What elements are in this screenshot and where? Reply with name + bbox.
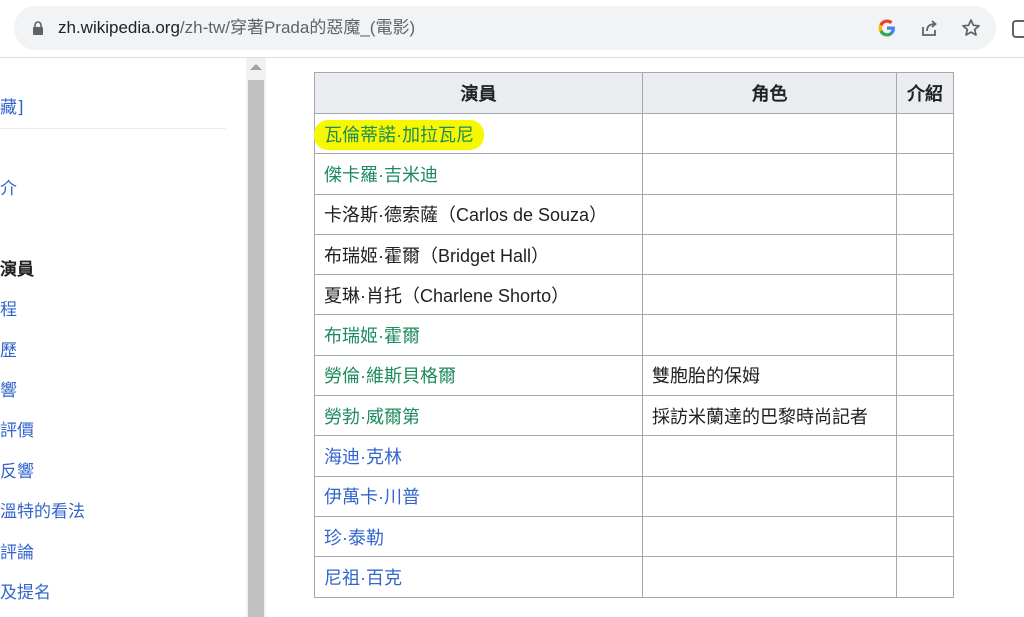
role-cell [642,556,897,598]
bookmark-star-icon[interactable] [960,17,982,39]
table-row: 卡洛斯·德索薩（Carlos de Souza） [314,193,954,235]
actor-cell[interactable]: 傑卡羅·吉米迪 [314,153,643,195]
table-row: 勞倫·維斯貝格爾 雙胞胎的保姆 [314,354,954,397]
extension-icon[interactable] [1012,20,1024,38]
header-actor: 演員 [314,72,643,114]
table-row: 尼祖·百克 [314,556,954,598]
sidebar-scrollbar[interactable] [246,58,266,617]
lock-icon[interactable] [32,21,44,35]
toc-item[interactable]: 溫特的看法 [0,501,85,523]
role-cell [642,112,897,155]
role-cell [642,515,897,558]
scroll-up-arrow-icon[interactable] [250,64,262,70]
toc-sidebar: 藏] 介 演員 程 歷 響 評價 反響 溫特的看法 評論 及提名 [0,58,246,617]
table-row: 夏琳·肖托（Charlene Shorto） [314,274,954,316]
intro-cell [896,475,954,517]
actor-cell[interactable]: 尼祖·百克 [314,556,643,598]
table-row: 瓦倫蒂諾·加拉瓦尼 [314,112,954,155]
intro-cell [896,314,954,356]
scroll-thumb[interactable] [248,80,264,617]
google-icon[interactable] [876,17,898,39]
table-row: 勞勃·威爾第 採訪米蘭達的巴黎時尚記者 [314,395,954,437]
actor-cell[interactable]: 海迪·克林 [314,435,643,477]
toc-item[interactable]: 及提名 [0,582,51,604]
role-cell [642,233,897,276]
url-host: zh.wikipedia.org [58,18,180,37]
toc-item[interactable]: 評價 [0,420,34,442]
toc-item[interactable]: 歷 [0,340,17,362]
cast-table: 演員 角色 介紹 瓦倫蒂諾·加拉瓦尼傑卡羅·吉米迪 卡洛斯·德索薩（Carlos … [314,72,954,598]
intro-cell [896,556,954,598]
toc-item[interactable]: 反響 [0,461,34,483]
intro-cell [896,274,954,316]
role-cell [642,314,897,356]
role-cell [642,193,897,235]
table-row: 海迪·克林 [314,435,954,477]
table-row: 伊萬卡·川普 [314,475,954,517]
table-header-row: 演員 角色 介紹 [314,72,954,114]
intro-cell [896,153,954,195]
toc-divider [0,128,226,129]
header-intro: 介紹 [896,72,954,114]
browser-toolbar: zh.wikipedia.org/zh-tw/穿著Prada的惡魔_(電影) [0,0,1024,58]
actor-cell[interactable]: 伊萬卡·川普 [314,475,643,517]
intro-cell [896,435,954,477]
highlighted-actor-link[interactable]: 瓦倫蒂諾·加拉瓦尼 [316,121,482,148]
table-row: 珍·泰勒 [314,515,954,558]
role-cell [642,435,897,477]
role-cell: 採訪米蘭達的巴黎時尚記者 [642,395,897,437]
actor-cell[interactable]: 勞勃·威爾第 [314,395,643,437]
actor-cell: 夏琳·肖托（Charlene Shorto） [314,274,643,316]
actor-cell: 布瑞姬·霍爾（Bridget Hall） [314,233,643,276]
header-role: 角色 [642,72,897,114]
intro-cell [896,354,954,397]
toc-item[interactable]: 響 [0,380,17,402]
intro-cell [896,515,954,558]
actor-cell[interactable]: 勞倫·維斯貝格爾 [314,354,643,397]
actor-cell[interactable]: 布瑞姬·霍爾 [314,314,643,356]
intro-cell [896,395,954,437]
table-row: 傑卡羅·吉米迪 [314,153,954,195]
role-cell [642,153,897,195]
actor-cell[interactable]: 瓦倫蒂諾·加拉瓦尼 [314,112,643,155]
table-row: 布瑞姬·霍爾 [314,314,954,356]
table-row: 布瑞姬·霍爾（Bridget Hall） [314,233,954,276]
role-cell [642,475,897,517]
intro-cell [896,112,954,155]
toc-item[interactable]: 程 [0,299,17,321]
toc-item[interactable]: 介 [0,178,17,200]
intro-cell [896,193,954,235]
share-icon[interactable] [918,17,940,39]
toc-item[interactable]: 藏] [0,97,24,119]
role-cell: 雙胞胎的保姆 [642,354,897,397]
table-body: 瓦倫蒂諾·加拉瓦尼傑卡羅·吉米迪 卡洛斯·德索薩（Carlos de Souza）… [314,112,954,598]
intro-cell [896,233,954,276]
toc-item[interactable]: 評論 [0,542,34,564]
url-text[interactable]: zh.wikipedia.org/zh-tw/穿著Prada的惡魔_(電影) [58,17,415,39]
role-cell [642,274,897,316]
actor-cell: 卡洛斯·德索薩（Carlos de Souza） [314,193,643,235]
toc-item-current[interactable]: 演員 [0,259,34,281]
address-bar[interactable]: zh.wikipedia.org/zh-tw/穿著Prada的惡魔_(電影) [14,6,996,50]
url-path: /zh-tw/穿著Prada的惡魔_(電影) [179,18,416,37]
actor-cell[interactable]: 珍·泰勒 [314,515,643,558]
